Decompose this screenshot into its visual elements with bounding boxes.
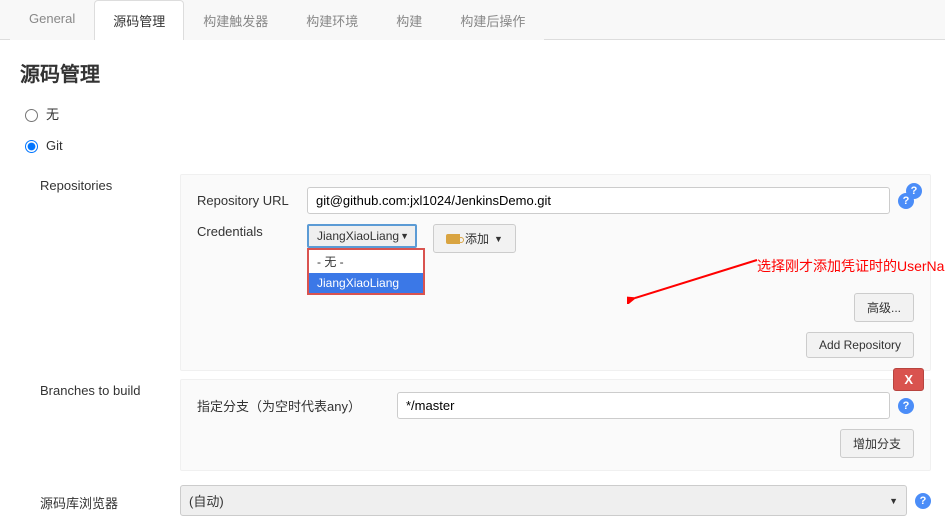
tab-triggers[interactable]: 构建触发器 <box>184 0 287 40</box>
tab-build[interactable]: 构建 <box>377 0 441 40</box>
add-branch-button[interactable]: 增加分支 <box>840 429 914 458</box>
annotation-text: 选择刚才添加凭证时的UserName <box>757 256 945 276</box>
key-icon <box>446 234 460 244</box>
repositories-label: Repositories <box>40 174 180 371</box>
credentials-select[interactable]: JiangXiaoLiang ▼ <box>307 224 417 248</box>
config-tabs: General 源码管理 构建触发器 构建环境 构建 构建后操作 <box>0 0 945 40</box>
branch-specifier-label: 指定分支（为空时代表any） <box>197 396 397 415</box>
radio-git[interactable] <box>25 140 38 153</box>
help-icon[interactable]: ? <box>915 493 931 509</box>
credentials-selected-value: JiangXiaoLiang <box>317 229 399 243</box>
radio-git-label: Git <box>46 138 63 153</box>
credentials-dropdown: - 无 - JiangXiaoLiang <box>307 248 425 295</box>
advanced-button[interactable]: 高级... <box>854 293 914 322</box>
chevron-down-icon: ▼ <box>889 496 898 506</box>
branches-label: Branches to build <box>40 379 180 471</box>
repo-browser-block: 源码库浏览器 (自动) ▼ ? <box>0 475 945 516</box>
chevron-down-icon: ▼ <box>400 231 409 241</box>
credentials-option-none[interactable]: - 无 - <box>309 250 423 273</box>
branches-block: Branches to build X 指定分支（为空时代表any） ? 增加分… <box>0 375 945 475</box>
add-credentials-label: 添加 <box>465 230 489 247</box>
credentials-label: Credentials <box>197 224 307 239</box>
add-credentials-button[interactable]: 添加 ▼ <box>433 224 516 253</box>
section-title: 源码管理 <box>0 40 945 97</box>
repo-url-label: Repository URL <box>197 193 307 208</box>
repositories-block: Repositories ? Repository URL ? Credenti… <box>0 170 945 375</box>
tab-scm[interactable]: 源码管理 <box>94 0 184 40</box>
tab-general[interactable]: General <box>10 0 94 40</box>
credentials-option-user[interactable]: JiangXiaoLiang <box>309 273 423 293</box>
chevron-down-icon: ▼ <box>494 234 503 244</box>
tab-environment[interactable]: 构建环境 <box>287 0 377 40</box>
help-icon[interactable]: ? <box>898 398 914 414</box>
branch-specifier-input[interactable] <box>397 392 890 419</box>
help-icon[interactable]: ? <box>898 193 914 209</box>
radio-none[interactable] <box>25 109 38 122</box>
repo-browser-select[interactable]: (自动) ▼ <box>180 485 907 516</box>
repo-browser-label: 源码库浏览器 <box>40 489 180 512</box>
scm-radio-group: 无 Git <box>0 97 945 170</box>
delete-branch-button[interactable]: X <box>893 368 924 391</box>
tab-postbuild[interactable]: 构建后操作 <box>441 0 544 40</box>
radio-none-label: 无 <box>46 104 59 123</box>
annotation-arrow <box>627 254 767 304</box>
repo-url-input[interactable] <box>307 187 890 214</box>
add-repository-button[interactable]: Add Repository <box>806 332 914 358</box>
